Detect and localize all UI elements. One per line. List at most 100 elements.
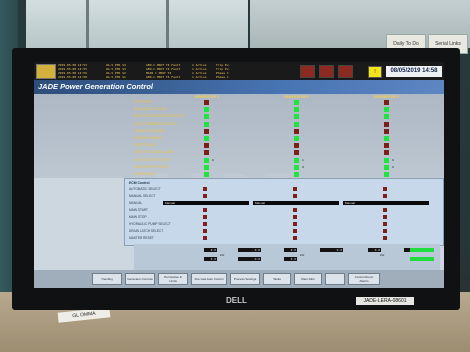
nav-button[interactable]: Main F&G: [294, 273, 322, 285]
control-button[interactable]: [383, 215, 387, 219]
control-button[interactable]: [203, 229, 207, 233]
alarm-summary-button[interactable]: [36, 64, 56, 79]
permissive-lamp-green: [204, 136, 209, 141]
nav-button[interactable]: [325, 273, 345, 285]
meter-panel: 0.00.00.00.00.00.00.00.00.0kWkWkW: [134, 244, 440, 270]
permissive-lamp-green: [204, 164, 209, 170]
lamp-value: 1: [302, 157, 304, 162]
control-label: MAIN START: [129, 208, 149, 212]
permissive-label: PCP READY: [134, 100, 153, 104]
window-frame: [166, 0, 169, 48]
alarm-limit: 1 Active: [192, 75, 207, 79]
ecm-control-panel: ECM Control AUTOMATIC SELECT MANUAL SELEC…: [124, 178, 444, 246]
mode-display[interactable]: Manual: [343, 201, 429, 205]
meter-value: 0.0: [204, 257, 217, 261]
nav-button[interactable]: Fire Gas Auto Control: [191, 273, 227, 285]
control-button[interactable]: [383, 229, 387, 233]
permissive-lamp-red: [294, 150, 299, 156]
status-lamp: [319, 65, 334, 78]
navigation-bar: Trending Generator Controls Permissive & L…: [34, 270, 444, 288]
permissive-lamp-green: [204, 172, 209, 177]
lamp-value: 0: [302, 164, 304, 169]
unit-header: GENERATOR 1: [194, 95, 219, 99]
permissive-label: REMOTE OPERATION SELECTED: [134, 114, 185, 119]
nav-button[interactable]: Tanks: [263, 273, 291, 285]
control-button[interactable]: [383, 194, 387, 198]
control-button[interactable]: [383, 208, 387, 212]
permissive-lamp-green: [294, 172, 299, 177]
control-button[interactable]: [203, 208, 207, 212]
permissive-lamp-red: [384, 150, 389, 156]
control-button[interactable]: [293, 194, 297, 198]
nav-button[interactable]: Control Room Alarms: [348, 273, 380, 285]
control-button[interactable]: [203, 222, 207, 226]
permissive-lamp-green: [204, 114, 209, 120]
lamp-value: 0: [392, 164, 394, 169]
permissive-label: AVAILABLE TO START: [134, 107, 167, 112]
control-label: MASTER RESET: [129, 236, 154, 240]
meter-value: 0.0: [204, 248, 217, 252]
status-lamp-group: [300, 65, 357, 78]
control-label: AUTOMATIC SELECT: [129, 187, 161, 191]
meter-unit: kW: [300, 253, 305, 257]
permissive-lamp-red: [384, 100, 389, 105]
permissive-label: STAND-DOWN: [134, 172, 156, 176]
background-window: [26, 0, 248, 48]
permissive-lamp-red: [204, 128, 209, 134]
control-button[interactable]: [293, 215, 297, 219]
meter-value: 0.0: [368, 248, 381, 252]
alarm-value: Phase C: [216, 75, 229, 79]
control-button[interactable]: [203, 187, 207, 191]
nav-button[interactable]: Process Settings: [230, 273, 260, 285]
meter-value: 0.0: [284, 257, 297, 261]
control-button[interactable]: [383, 222, 387, 226]
control-button[interactable]: [293, 236, 297, 240]
permissive-lamp-green: [204, 121, 209, 127]
permissive-lamp-red: [204, 150, 209, 156]
meter-unit: kW: [220, 253, 225, 257]
mode-display[interactable]: Manual: [253, 201, 339, 205]
control-button[interactable]: [293, 208, 297, 212]
permissive-lamp-red: [204, 100, 209, 105]
alarm-acknowledge-button[interactable]: !: [368, 66, 382, 78]
permissive-label: MASTER LOADING ALARM: [134, 150, 175, 155]
meter-value: 0.0: [238, 257, 261, 261]
alarm-list[interactable]: 2019.05.08 14:53 UA.5_PM1 S4 GEN.C.PROT T4…: [58, 63, 304, 79]
control-button[interactable]: [203, 215, 207, 219]
control-label: HYDRAULIC PUMP SELECT: [129, 222, 171, 226]
permissive-lamp-green: [384, 164, 389, 170]
lamp-value: 0: [392, 157, 394, 162]
control-label: DRAIN LATCH SELECT: [129, 229, 164, 233]
alarm-row[interactable]: 2019.05.08 14:58 UA.5_PM1 S1 GEN.C.PROT T4…: [58, 75, 304, 79]
asset-tag: JADE-LERA-08601: [356, 297, 414, 305]
permissive-lamp-red: [384, 121, 389, 127]
page-title: JADE Power Generation Control: [38, 82, 154, 91]
control-button[interactable]: [383, 187, 387, 191]
permissive-label: START FAILED: [134, 143, 156, 148]
control-button[interactable]: [203, 194, 207, 198]
nav-button[interactable]: Trending: [92, 273, 122, 285]
monitor-brand-logo: DELL: [226, 296, 247, 305]
control-panel-title: ECM Control: [129, 181, 150, 185]
control-button[interactable]: [293, 222, 297, 226]
permissive-label: VOLTAGE TRIP STATUS: [134, 157, 170, 162]
control-button[interactable]: [293, 229, 297, 233]
permissive-lamp-green: [204, 107, 209, 113]
mode-display[interactable]: Manual: [163, 201, 249, 205]
window-frame: [86, 0, 89, 48]
nav-button[interactable]: Generator Controls: [125, 273, 155, 285]
date-time-readout: 08/05/2019 14:58: [386, 66, 442, 77]
status-lamp: [300, 65, 315, 78]
alarm-tag: UA.5_PM1 S1: [106, 75, 126, 79]
title-bar: JADE Power Generation Control: [34, 80, 444, 94]
permissive-label: ENGINE PRESSURE: [134, 128, 165, 133]
control-button[interactable]: [203, 236, 207, 240]
control-button[interactable]: [293, 187, 297, 191]
meter-unit: kW: [380, 253, 385, 257]
permissive-lamp-green: [294, 107, 299, 113]
running-indicator-bar: [410, 257, 434, 261]
control-button[interactable]: [383, 236, 387, 240]
permissive-label: ENGINE RUNNING: [134, 136, 162, 140]
nav-button[interactable]: Permissive & Limits: [158, 273, 188, 285]
scada-screen: 2019.05.08 14:53 UA.5_PM1 S4 GEN.C.PROT T4…: [34, 62, 444, 288]
